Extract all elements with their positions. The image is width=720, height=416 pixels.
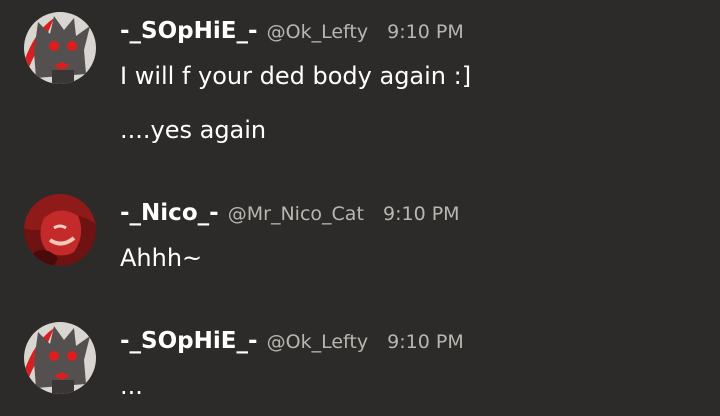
- display-name[interactable]: -_Nico_-: [120, 200, 219, 226]
- user-handle[interactable]: @Ok_Lefty: [267, 21, 368, 43]
- message-text: ....yes again: [120, 116, 267, 144]
- message-item: -_SOpHiE_- @Ok_Lefty 9:10 PM I will f yo…: [0, 12, 720, 152]
- timestamp: 9:10 PM: [387, 21, 464, 43]
- display-name[interactable]: -_SOpHiE_-: [120, 328, 258, 354]
- red-character-avatar-icon[interactable]: [24, 194, 96, 266]
- message-item: -_Nico_- @Mr_Nico_Cat 9:10 PM Ahhh~: [0, 194, 720, 284]
- message-item: -_SOpHiE_- @Ok_Lefty 9:10 PM ...: [0, 322, 720, 416]
- message-header: -_SOpHiE_- @Ok_Lefty 9:10 PM: [120, 328, 464, 354]
- timestamp: 9:10 PM: [383, 203, 460, 225]
- timestamp: 9:10 PM: [387, 331, 464, 353]
- user-handle[interactable]: @Mr_Nico_Cat: [228, 203, 364, 225]
- message-text: ...: [120, 372, 143, 400]
- user-handle[interactable]: @Ok_Lefty: [267, 331, 368, 353]
- wolf-avatar-icon[interactable]: [24, 12, 96, 84]
- message-text: I will f your ded body again :]: [120, 62, 472, 90]
- display-name[interactable]: -_SOpHiE_-: [120, 18, 258, 44]
- message-header: -_Nico_- @Mr_Nico_Cat 9:10 PM: [120, 200, 460, 226]
- message-text: Ahhh~: [120, 244, 203, 272]
- message-header: -_SOpHiE_- @Ok_Lefty 9:10 PM: [120, 18, 464, 44]
- wolf-avatar-icon[interactable]: [24, 322, 96, 394]
